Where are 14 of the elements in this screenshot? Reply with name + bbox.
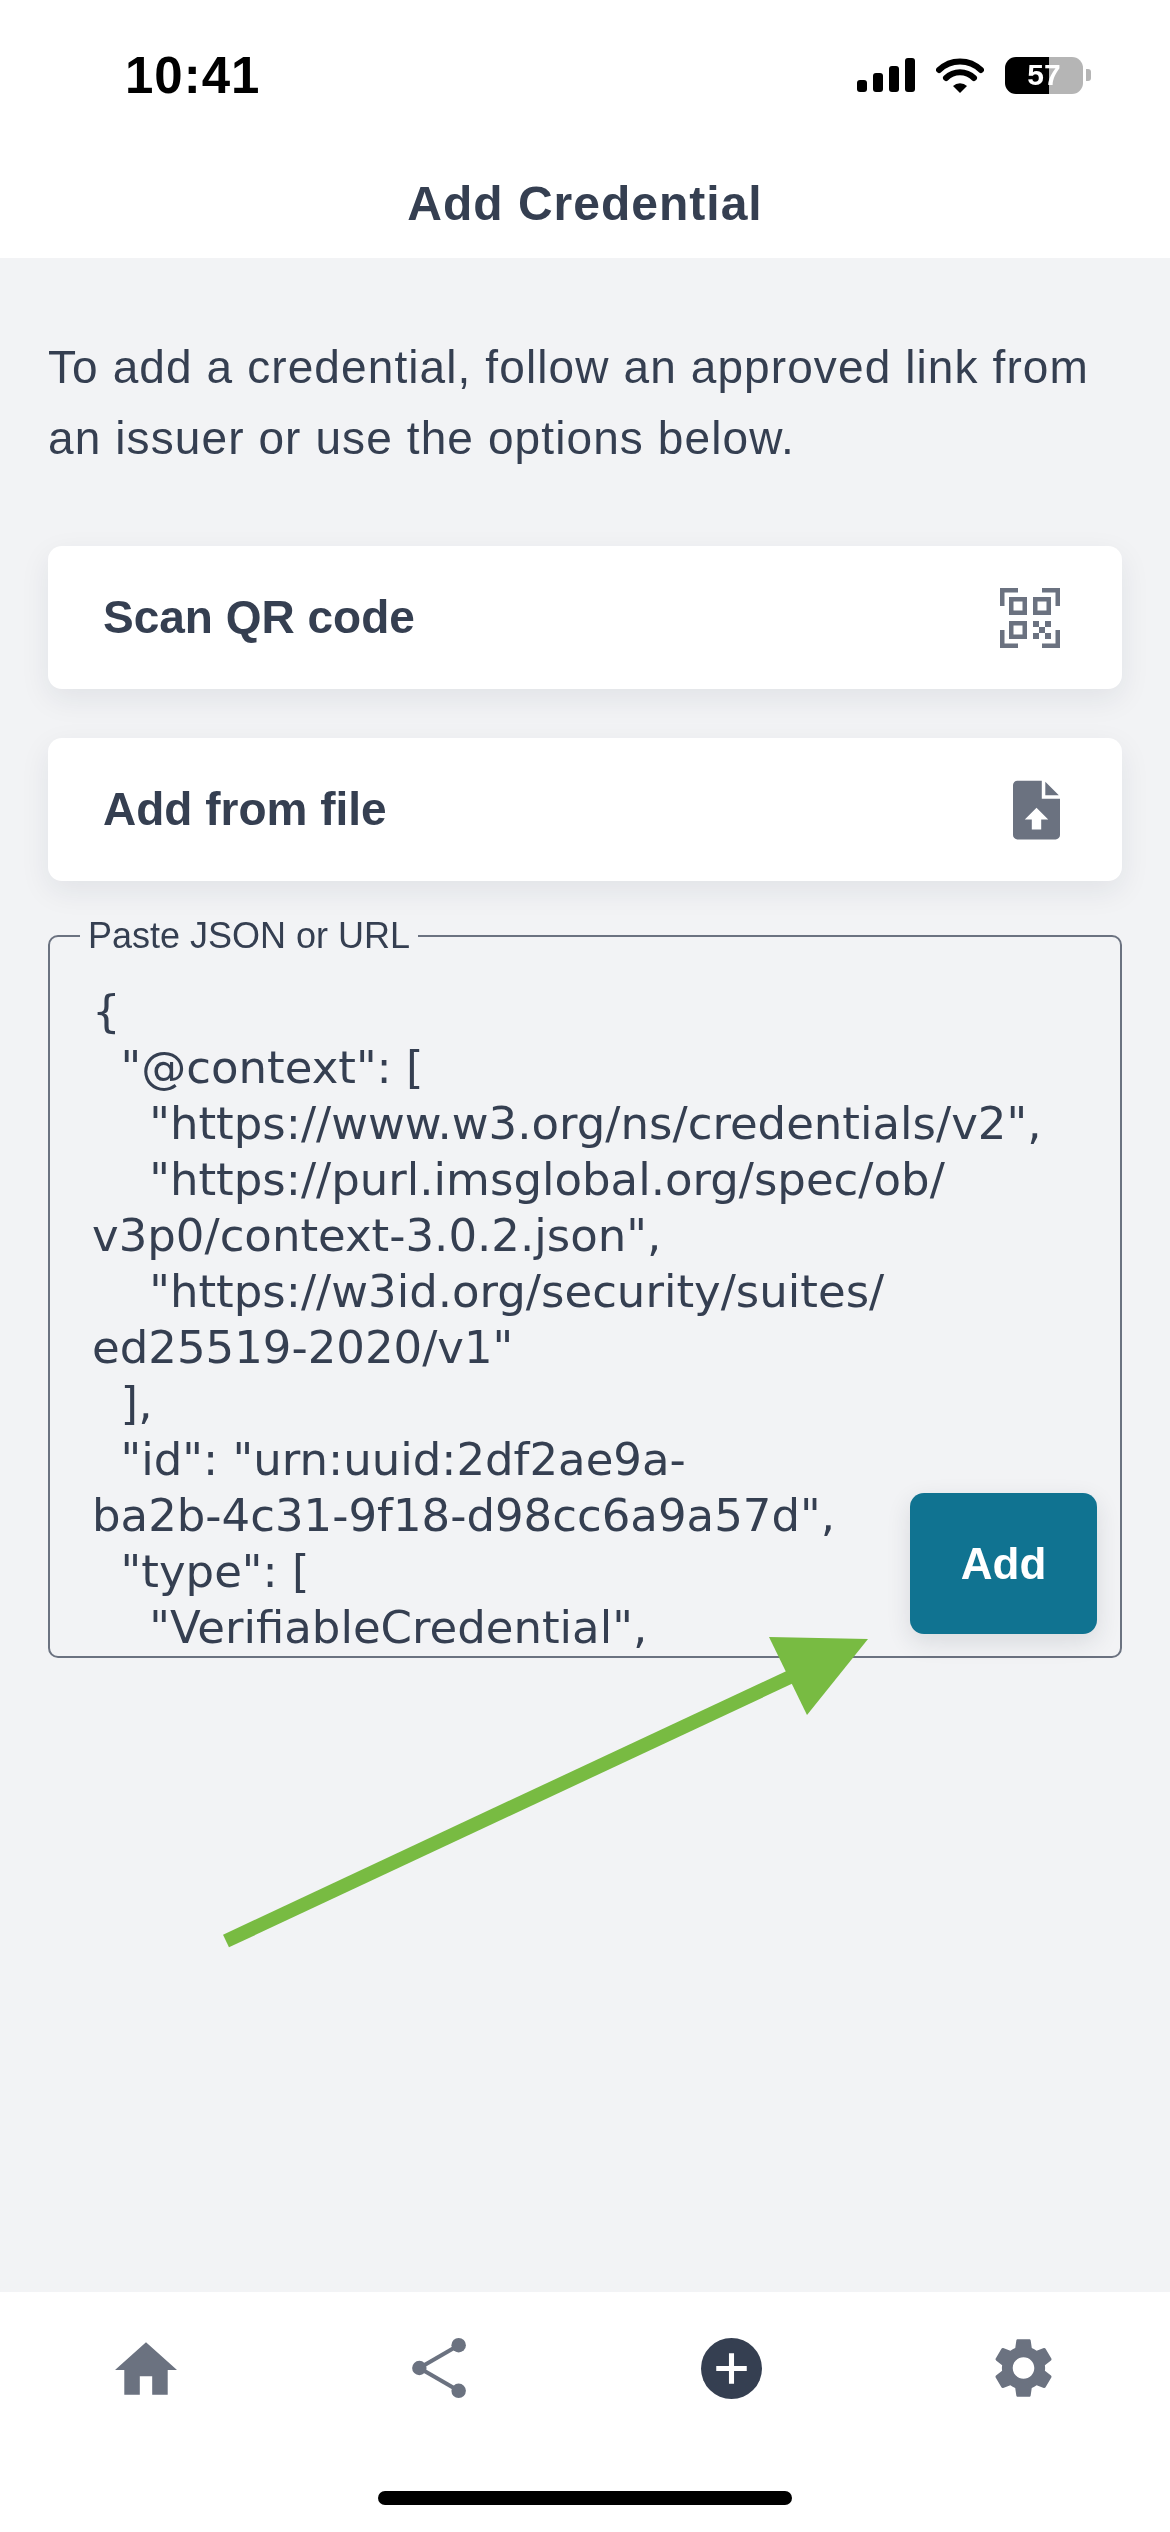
qr-code-icon	[1000, 587, 1060, 648]
intro-text: To add a credential, follow an approved link from an issuer or use the options below.	[48, 340, 1090, 466]
plus-circle-icon	[700, 2337, 762, 2399]
scan-qr-code-button[interactable]: Scan QR code	[48, 546, 1122, 689]
share-icon	[411, 2338, 466, 2398]
signal-icon	[857, 58, 915, 92]
home-icon	[115, 2341, 178, 2395]
settings-icon	[995, 2338, 1053, 2398]
file-upload-icon	[1013, 779, 1060, 840]
page-title: Add Credential	[407, 176, 763, 233]
wifi-icon	[936, 57, 984, 93]
add-from-file-button[interactable]: Add from file	[48, 738, 1122, 881]
add-button[interactable]: Add	[910, 1493, 1097, 1634]
status-time: 10:41	[125, 49, 261, 101]
